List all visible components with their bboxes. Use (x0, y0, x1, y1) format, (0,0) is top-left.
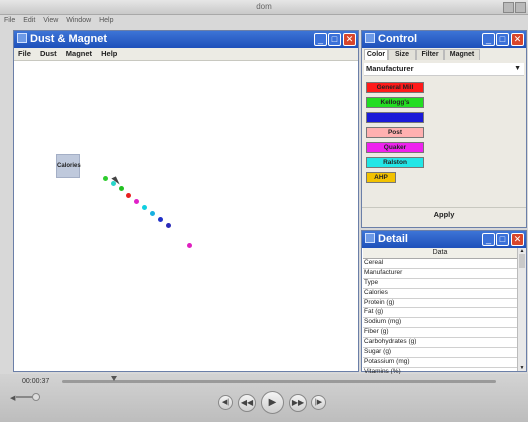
table-row[interactable]: Sugar (g) (363, 348, 517, 358)
chevron-down-icon: ▼ (514, 65, 521, 72)
playhead[interactable] (111, 376, 118, 381)
close-icon[interactable]: ✕ (511, 233, 524, 246)
minimize-icon[interactable]: _ (482, 33, 495, 46)
legend-ralston[interactable]: Ralston (366, 157, 424, 168)
close-icon[interactable]: ✕ (511, 33, 524, 46)
app-menu-view[interactable]: View (43, 17, 58, 24)
dropdown-value: Manufacturer (366, 64, 414, 73)
menu-help[interactable]: Help (101, 49, 117, 58)
legend-general-mill[interactable]: General Mill (366, 82, 424, 93)
fast-forward-icon[interactable]: ▶▶ (289, 394, 307, 412)
menu-file[interactable]: File (18, 49, 31, 58)
play-icon[interactable]: ▶ (261, 391, 284, 414)
table-row[interactable]: Potassium (mg) (363, 358, 517, 368)
dust-magnet-title: Dust & Magnet (30, 33, 107, 45)
window-icon (17, 33, 27, 43)
dust-particle[interactable] (134, 199, 139, 204)
speaker-icon: ◀ (10, 395, 16, 402)
legend-post[interactable]: Post (366, 127, 424, 138)
table-row[interactable]: Sodium (mg) (363, 318, 517, 329)
legend-ahp[interactable]: AHP (366, 172, 396, 183)
dust-particle[interactable] (142, 205, 147, 210)
volume-knob[interactable] (32, 393, 40, 401)
dust-particle[interactable] (126, 193, 131, 198)
dust-particle[interactable] (103, 176, 108, 181)
step-forward-icon[interactable]: |▶ (311, 395, 326, 410)
dust-magnet-menubar: File Dust Magnet Help (14, 48, 358, 61)
detail-table: Cereal Manufacturer Type Calories Protei… (363, 259, 517, 378)
app-close-button[interactable] (515, 2, 526, 13)
legend-quaker[interactable]: Quaker (366, 142, 424, 153)
app-menu-window[interactable]: Window (66, 17, 91, 24)
app-menu-file[interactable]: File (4, 17, 15, 24)
app-minimize-button[interactable] (503, 2, 514, 13)
dust-particle[interactable] (119, 186, 124, 191)
app-menu-help[interactable]: Help (99, 17, 113, 24)
step-back-icon[interactable]: ◀| (218, 395, 233, 410)
timeline-track[interactable] (62, 380, 496, 383)
dust-particle[interactable] (158, 217, 163, 222)
legend-kelloggs[interactable]: Kellogg's (366, 97, 424, 108)
control-body: Manufacturer ▼ General Mill Kellogg's Na… (362, 60, 526, 227)
table-row[interactable]: Fat (g) (363, 308, 517, 319)
rewind-icon[interactable]: ◀◀ (238, 394, 256, 412)
app-title: dom (256, 2, 272, 11)
window-icon (365, 233, 375, 243)
app-menu-edit[interactable]: Edit (23, 17, 35, 24)
table-row[interactable]: Protein (g) (363, 299, 517, 309)
dust-magnet-titlebar[interactable]: Dust & Magnet (14, 31, 358, 48)
detail-scrollbar[interactable]: ▲ ▼ (517, 248, 526, 371)
minimize-icon[interactable]: _ (482, 233, 495, 246)
minimize-icon[interactable]: _ (314, 33, 327, 46)
control-window: Control _ □ ✕ Color Size Filter Magnet M… (361, 30, 527, 228)
scroll-down-icon[interactable]: ▼ (518, 365, 526, 371)
maximize-icon[interactable]: □ (328, 33, 341, 46)
scroll-thumb[interactable] (519, 254, 525, 268)
detail-title: Detail (378, 233, 408, 245)
magnet-calories[interactable]: Calories (56, 154, 81, 178)
close-icon[interactable]: ✕ (343, 33, 356, 46)
detail-column-header[interactable]: Data (363, 248, 517, 259)
app-menubar: File Edit View Window Help (0, 15, 528, 26)
detail-window: Detail _ □ ✕ Data Cereal Manufacturer Ty… (361, 230, 527, 378)
table-row[interactable]: Carbohydrates (g) (363, 338, 517, 349)
window-icon (365, 33, 375, 43)
table-row[interactable]: Type (363, 279, 517, 289)
dust-particle[interactable] (187, 243, 192, 248)
table-row[interactable]: Cereal (363, 259, 517, 269)
table-row[interactable]: Manufacturer (363, 269, 517, 279)
apply-button[interactable]: Apply (362, 207, 526, 222)
dust-particle[interactable] (150, 211, 155, 216)
legend-nabisco[interactable]: Nabisco (366, 112, 424, 123)
dust-canvas[interactable]: Calories (15, 61, 357, 370)
table-row[interactable]: Calories (363, 289, 517, 299)
control-title: Control (378, 33, 418, 45)
maximize-icon[interactable]: □ (496, 233, 509, 246)
menu-magnet[interactable]: Magnet (66, 49, 92, 58)
app-title-bar: dom (0, 0, 528, 15)
dust-particle[interactable] (166, 223, 171, 228)
maximize-icon[interactable]: □ (496, 33, 509, 46)
timecode: 00:00:37 (22, 378, 50, 385)
table-row[interactable]: Fiber (g) (363, 328, 517, 339)
dust-magnet-window: Dust & Magnet _ □ ✕ File Dust Magnet Hel… (13, 30, 359, 372)
control-tabs: Color Size Filter Magnet (362, 48, 526, 61)
menu-dust[interactable]: Dust (40, 49, 57, 58)
color-by-dropdown[interactable]: Manufacturer ▼ (364, 63, 524, 76)
